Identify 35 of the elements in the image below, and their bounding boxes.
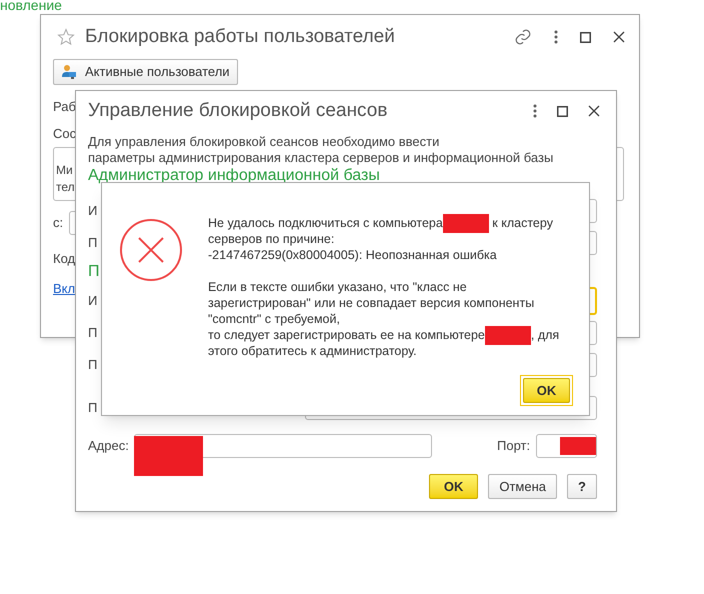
help-button[interactable]: ? (567, 474, 597, 499)
ok-button[interactable]: OK (523, 378, 570, 403)
field-label: И (88, 202, 98, 220)
field-label: П (88, 234, 98, 252)
description-text: Для управления блокировкой сеансов необходимо ввести параметры администрирования кластера серверов и информационной базы (88, 134, 554, 166)
error-message: то следует зарегистрировать ее на компьютере (208, 327, 485, 343)
error-message: Если в тексте ошибки указано, что "класс не (208, 279, 467, 295)
field-label: с: (53, 214, 64, 232)
window-title: Управление блокировкой сеансов (88, 98, 388, 123)
field-label: Адрес: (88, 437, 130, 456)
error-message: Не удалось подключиться с компьютера (208, 215, 443, 231)
link[interactable]: Вкл (53, 272, 76, 306)
field-label: Раб (53, 98, 76, 116)
ok-button[interactable]: OK (428, 474, 478, 499)
field-label: П (88, 399, 98, 418)
section-heading: Администратор информационной базы (88, 167, 380, 184)
active-users-button[interactable]: Активные пользователи (53, 59, 238, 85)
error-message: серверов по причине: (208, 231, 334, 247)
text-line: тел (56, 179, 75, 196)
field-label: И (88, 292, 98, 310)
window-title: Блокировка работы пользователей (85, 24, 395, 49)
field-label: П (88, 356, 98, 374)
error-message: этого обратитесь к администратору. (208, 343, 417, 359)
error-message: "comcntr" с требуемой, (208, 311, 340, 327)
text-line: Ми (56, 162, 73, 179)
cancel-button[interactable]: Отмена (488, 474, 557, 499)
error-message: -2147467259(0x80004005): Неопознанная ошибка (208, 247, 497, 263)
field-label: Сос (53, 125, 76, 143)
error-message: к кластеру (491, 215, 553, 231)
field-label: П (88, 324, 98, 342)
field-label: Порт: (497, 437, 532, 456)
field-label: Код (53, 250, 76, 268)
section-heading: П (88, 263, 100, 280)
error-message: зарегистрирован" или не совпадает версия компоненты (208, 295, 534, 311)
error-message: , для (530, 327, 560, 343)
